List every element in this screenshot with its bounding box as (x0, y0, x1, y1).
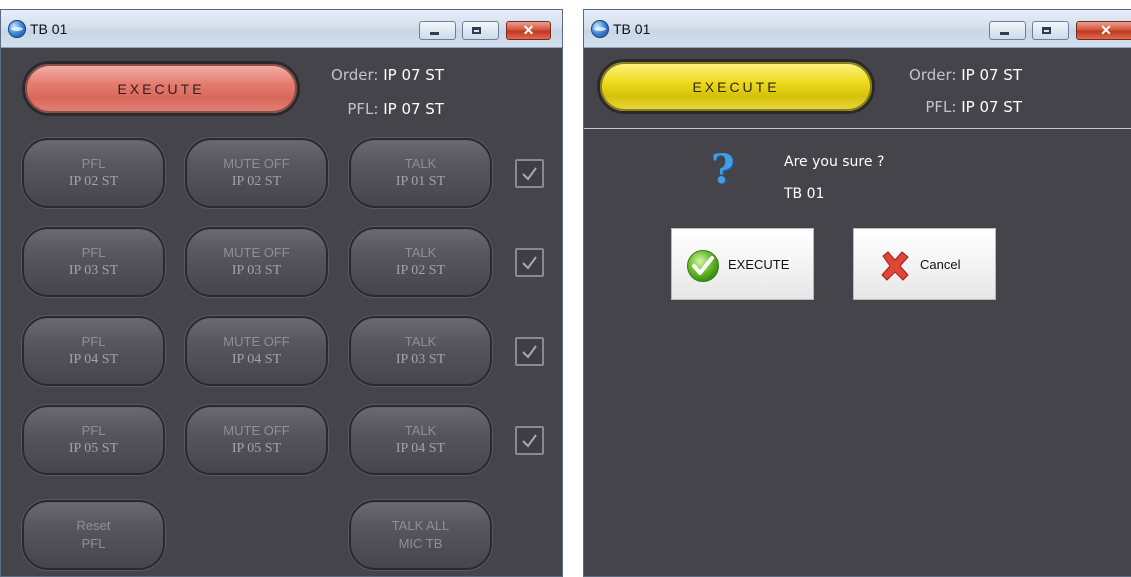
execute-label: EXECUTE (692, 78, 780, 95)
button-line1: PFL (81, 334, 106, 349)
pfl-value: IP 07 ST (961, 98, 1022, 116)
row-checkbox[interactable] (515, 248, 544, 277)
app-icon (8, 20, 26, 38)
pfl-value: IP 07 ST (383, 100, 444, 118)
button-line1: MUTE OFF (223, 245, 290, 260)
order-value: IP 07 ST (383, 66, 444, 84)
question-icon: ? (711, 146, 735, 193)
button-line1: TALK (404, 245, 437, 260)
checkmark-icon (687, 250, 719, 282)
row-checkbox[interactable] (515, 426, 544, 455)
mute-off-button[interactable]: MUTE OFF IP 03 ST (185, 227, 328, 297)
execute-label: EXECUTE (117, 80, 205, 97)
pfl-label: PFL: (347, 100, 379, 118)
reset-pfl-button[interactable]: Reset PFL (22, 500, 165, 570)
confirm-target: TB 01 (784, 186, 825, 202)
talk-button[interactable]: TALK IP 02 ST (349, 227, 492, 297)
talk-all-button[interactable]: TALK ALL MIC TB (349, 500, 492, 570)
minimize-icon (1000, 32, 1009, 35)
order-value: IP 07 ST (961, 66, 1022, 84)
maximize-button[interactable] (1032, 21, 1069, 40)
button-line2: IP 04 ST (395, 441, 446, 456)
mute-off-button[interactable]: MUTE OFF IP 05 ST (185, 405, 328, 475)
button-line2: IP 02 ST (68, 174, 119, 189)
right-window: TB 01 ✕ EXECUTE Order: IP 07 ST PFL: IP … (583, 9, 1131, 577)
maximize-icon (1042, 27, 1051, 34)
button-line2: IP 02 ST (395, 263, 446, 278)
confirm-execute-label: EXECUTE (728, 257, 790, 272)
row-checkbox[interactable] (515, 159, 544, 188)
button-line2: IP 05 ST (231, 441, 282, 456)
execute-button[interactable]: EXECUTE (597, 59, 875, 114)
button-line1: MUTE OFF (223, 156, 290, 171)
minimize-button[interactable] (419, 21, 456, 40)
maximize-button[interactable] (462, 21, 499, 40)
order-status: Order: IP 07 ST (301, 66, 444, 84)
order-label: Order: (331, 66, 379, 84)
pfl-button[interactable]: PFL IP 05 ST (22, 405, 165, 475)
button-line2: IP 02 ST (231, 174, 282, 189)
close-button[interactable]: ✕ (506, 21, 551, 40)
app-icon (591, 20, 609, 38)
pfl-button[interactable]: PFL IP 03 ST (22, 227, 165, 297)
confirm-question: Are you sure ? (784, 154, 885, 170)
cancel-label: Cancel (920, 257, 961, 272)
talk-button[interactable]: TALK IP 03 ST (349, 316, 492, 386)
divider (584, 128, 1131, 129)
cancel-button[interactable]: Cancel (853, 228, 996, 300)
button-line1: TALK ALL (391, 518, 450, 533)
button-line1: MUTE OFF (223, 334, 290, 349)
window-title: TB 01 (613, 21, 651, 37)
button-line1: PFL (81, 156, 106, 171)
title-bar[interactable]: TB 01 ✕ (1, 10, 562, 48)
left-window: TB 01 ✕ EXECUTE Order: IP 07 ST PFL: IP … (0, 9, 563, 577)
order-label: Order: (909, 66, 957, 84)
button-line1: MUTE OFF (223, 423, 290, 438)
button-line1: TALK (404, 423, 437, 438)
confirm-execute-button[interactable]: EXECUTE (671, 228, 814, 300)
close-icon: ✕ (1100, 22, 1112, 38)
minimize-icon (430, 32, 439, 35)
button-line2: IP 04 ST (231, 352, 282, 367)
execute-button[interactable]: EXECUTE (22, 61, 300, 116)
checkmark-icon (522, 256, 537, 270)
checkmark-icon (522, 434, 537, 448)
mute-off-button[interactable]: MUTE OFF IP 04 ST (185, 316, 328, 386)
close-icon: ✕ (522, 22, 535, 38)
pfl-label: PFL: (925, 98, 957, 116)
button-line1: PFL (81, 423, 106, 438)
button-line2: IP 03 ST (68, 263, 119, 278)
window-title: TB 01 (30, 21, 68, 37)
title-bar[interactable]: TB 01 ✕ (584, 10, 1131, 48)
button-line2: IP 04 ST (68, 352, 119, 367)
maximize-icon (472, 27, 481, 34)
button-line2: IP 05 ST (68, 441, 119, 456)
order-status: Order: IP 07 ST (876, 66, 1022, 84)
button-line1: Reset (76, 518, 111, 533)
pfl-status: PFL: IP 07 ST (301, 100, 444, 118)
button-line2: IP 03 ST (231, 263, 282, 278)
button-line1: PFL (81, 245, 106, 260)
talk-button[interactable]: TALK IP 04 ST (349, 405, 492, 475)
pfl-button[interactable]: PFL IP 04 ST (22, 316, 165, 386)
checkmark-icon (522, 345, 537, 359)
close-button[interactable]: ✕ (1076, 21, 1131, 40)
button-line2: IP 01 ST (395, 174, 446, 189)
button-line2: MIC TB (398, 536, 443, 551)
cancel-x-icon (881, 251, 909, 281)
mute-off-button[interactable]: MUTE OFF IP 02 ST (185, 138, 328, 208)
talk-button[interactable]: TALK IP 01 ST (349, 138, 492, 208)
pfl-button[interactable]: PFL IP 02 ST (22, 138, 165, 208)
button-line1: TALK (404, 334, 437, 349)
button-line1: TALK (404, 156, 437, 171)
checkmark-icon (522, 167, 537, 181)
button-line2: PFL (81, 536, 106, 551)
pfl-status: PFL: IP 07 ST (876, 98, 1022, 116)
button-line2: IP 03 ST (395, 352, 446, 367)
row-checkbox[interactable] (515, 337, 544, 366)
minimize-button[interactable] (989, 21, 1026, 40)
